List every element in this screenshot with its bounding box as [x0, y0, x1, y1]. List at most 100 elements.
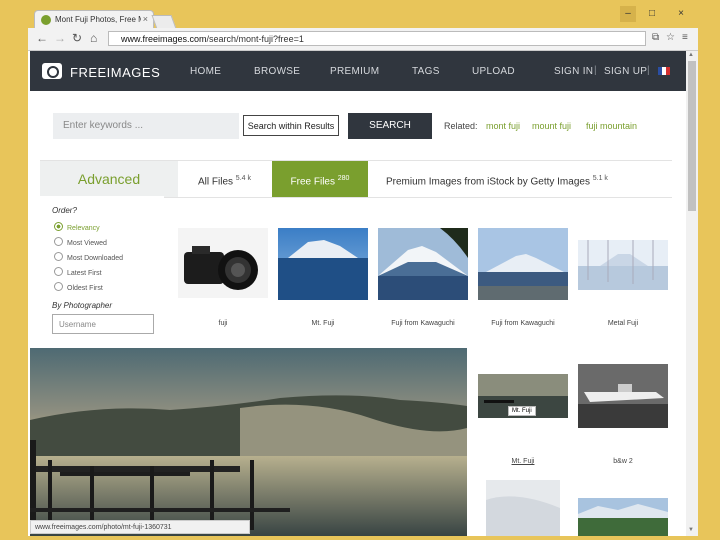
back-icon[interactable]: ← — [36, 31, 48, 45]
new-tab-button[interactable] — [151, 15, 177, 29]
related-label: Related: — [444, 121, 478, 131]
thumbnail-caption[interactable]: Metal Fuji — [578, 320, 668, 327]
french-flag-icon[interactable] — [658, 67, 670, 75]
order-option-label: Most Downloaded — [67, 255, 124, 262]
order-option-oldest[interactable]: Oldest First — [54, 282, 103, 292]
bookmark-star-icon[interactable]: ☆ — [666, 32, 675, 43]
boat-photo — [578, 364, 668, 428]
all-files-count: 5.4 k — [235, 175, 251, 182]
username-input[interactable]: Username — [52, 314, 154, 334]
camera-logo-icon[interactable] — [42, 63, 62, 79]
minimize-button[interactable]: – — [620, 6, 636, 22]
order-heading: Order? — [52, 206, 77, 215]
radio-icon — [54, 267, 63, 276]
order-option-latest[interactable]: Latest First — [54, 267, 102, 277]
menu-icon[interactable]: ≡ — [682, 32, 688, 43]
thumbnail-caption[interactable]: fuji — [178, 320, 268, 327]
site-logo[interactable]: FREEIMAGES — [70, 65, 160, 80]
radio-icon — [54, 237, 63, 246]
thumbnail-bw-boat[interactable] — [578, 364, 668, 428]
free-files-count: 280 — [337, 175, 350, 182]
radio-selected-icon — [54, 222, 63, 231]
advanced-tab[interactable]: Advanced — [40, 161, 178, 197]
order-option-label: Relevancy — [67, 225, 100, 232]
tab-premium[interactable]: Premium Images from iStock by Getty Imag… — [386, 161, 626, 197]
thumbnail-camera[interactable] — [178, 228, 268, 298]
thumbnail-caption[interactable]: Mt. Fuji — [478, 458, 568, 465]
image-preview[interactable] — [30, 348, 467, 536]
tab-all-files[interactable]: All Files 5.4 k — [198, 161, 268, 197]
camera-photo — [178, 228, 268, 298]
fuji-photo — [278, 228, 368, 300]
nav-premium[interactable]: PREMIUM — [330, 66, 379, 77]
related-tag[interactable]: mont fuji — [486, 121, 520, 131]
maximize-button[interactable]: □ — [644, 6, 660, 22]
nav-upload[interactable]: UPLOAD — [472, 66, 515, 77]
browser-window: Mont Fuji Photos, Free Mo × – □ × ← → ↻ … — [28, 6, 698, 536]
thumbnail-snow[interactable] — [486, 480, 560, 536]
filter-tabs: Advanced All Files 5.4 k Free Files 280 … — [40, 160, 672, 198]
related-tag[interactable]: fuji mountain — [586, 121, 637, 131]
order-option-most-viewed[interactable]: Most Viewed — [54, 237, 107, 247]
forward-icon[interactable]: → — [54, 31, 66, 45]
scroll-down-icon[interactable]: ▼ — [688, 527, 694, 533]
forest-photo — [578, 498, 668, 536]
translate-icon[interactable]: ⧉ — [652, 32, 659, 43]
photographer-heading: By Photographer — [52, 301, 113, 310]
thumbnail-mt-fuji-sky[interactable] — [278, 228, 368, 300]
thumbnail-metal-fuji[interactable] — [578, 240, 668, 290]
search-within-results-button[interactable]: Search within Results — [243, 115, 339, 136]
browser-tab[interactable]: Mont Fuji Photos, Free Mo × — [34, 10, 154, 29]
order-option-label: Most Viewed — [67, 240, 107, 247]
url-domain: www.freeimages.com — [121, 34, 207, 44]
status-bar: www.freeimages.com/photo/mt-fuji-1360731 — [30, 520, 250, 534]
keyword-input[interactable]: Enter keywords ... — [53, 113, 239, 139]
scrollbar[interactable]: ▲ ▼ — [686, 51, 698, 536]
nav-tags[interactable]: TAGS — [412, 66, 440, 77]
order-option-relevancy[interactable]: Relevancy — [54, 222, 100, 232]
fuji-photo — [478, 228, 568, 300]
close-window-button[interactable]: × — [668, 6, 694, 22]
thumbnail-fuji-kawaguchi-2[interactable] — [478, 228, 568, 300]
scrollbar-thumb[interactable] — [688, 61, 696, 211]
lake-fog-photo — [30, 348, 467, 536]
nav-separator-2: | — [647, 65, 650, 76]
site-header: FREEIMAGES HOME BROWSE PREMIUM TAGS UPLO… — [30, 51, 686, 91]
radio-icon — [54, 252, 63, 261]
thumbnail-caption[interactable]: Mt. Fuji — [278, 320, 368, 327]
nav-browse[interactable]: BROWSE — [254, 66, 300, 77]
thumbnail-caption[interactable]: b&w 2 — [578, 458, 668, 465]
hover-label: Mt. Fuji — [508, 406, 536, 416]
order-option-most-downloaded[interactable]: Most Downloaded — [54, 252, 123, 262]
tab-free-files[interactable]: Free Files 280 — [272, 161, 368, 197]
related-tag[interactable]: mount fuji — [532, 121, 571, 131]
sign-in-link[interactable]: SIGN IN — [554, 66, 593, 77]
url-path: /search/mont-fuji?free=1 — [206, 34, 304, 44]
thumbnail-forest[interactable] — [578, 498, 668, 536]
radio-icon — [54, 282, 63, 291]
order-option-label: Oldest First — [67, 285, 103, 292]
tab-title: Mont Fuji Photos, Free Mo — [55, 15, 141, 24]
free-files-label: Free Files — [290, 176, 335, 188]
home-icon[interactable]: ⌂ — [90, 31, 97, 45]
fuji-photo — [378, 228, 468, 300]
sign-up-link[interactable]: SIGN UP — [604, 66, 647, 77]
thumbnail-caption[interactable]: Fuji from Kawaguchi — [378, 320, 468, 327]
premium-label: Premium Images from iStock by Getty Imag… — [386, 176, 590, 188]
thumbnail-fuji-kawaguchi-1[interactable] — [378, 228, 468, 300]
address-bar[interactable]: www.freeimages.com/search/mont-fuji?free… — [108, 31, 646, 46]
order-option-label: Latest First — [67, 270, 102, 277]
tab-strip: Mont Fuji Photos, Free Mo × – □ × — [28, 6, 698, 29]
close-tab-icon[interactable]: × — [143, 14, 148, 24]
all-files-label: All Files — [198, 176, 234, 188]
scroll-up-icon[interactable]: ▲ — [688, 52, 694, 58]
premium-count: 5.1 k — [592, 175, 608, 182]
snow-photo — [486, 480, 560, 536]
search-section: Enter keywords ... Search within Results… — [30, 91, 686, 151]
thumbnail-caption[interactable]: Fuji from Kawaguchi — [478, 320, 568, 327]
search-button[interactable]: SEARCH — [348, 113, 432, 139]
reload-icon[interactable]: ↻ — [72, 31, 82, 45]
nav-home[interactable]: HOME — [190, 66, 221, 77]
results-right-column: Mt. Fuji Mt. Fuji b&w 2 — [472, 348, 686, 536]
site-favicon-icon — [41, 15, 51, 25]
